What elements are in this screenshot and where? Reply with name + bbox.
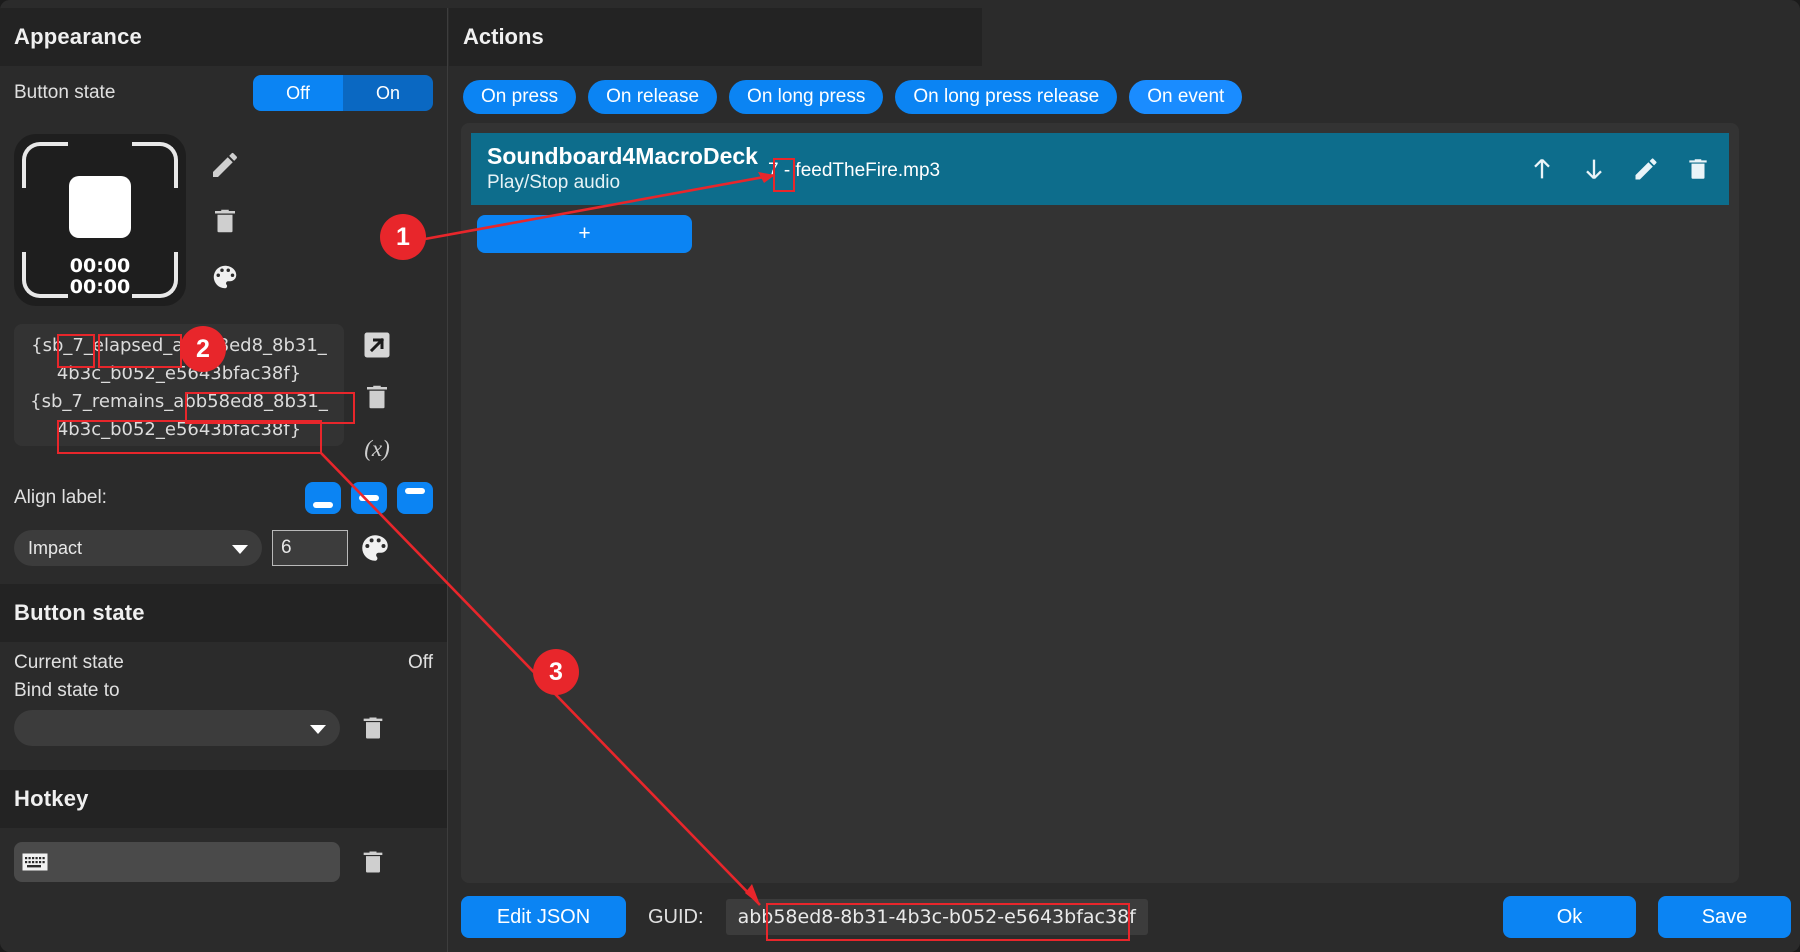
align-middle-button[interactable] <box>351 482 387 514</box>
align-top-button[interactable] <box>397 482 433 514</box>
align-button-group <box>305 482 433 514</box>
appearance-panel: Appearance Button state Off On 00:00 00:… <box>0 8 537 952</box>
tab-on-release[interactable]: On release <box>588 80 718 114</box>
font-size-stepper[interactable] <box>272 530 537 566</box>
font-family-value: Impact <box>28 537 83 558</box>
bind-state-label: Bind state to <box>14 680 120 701</box>
action-item-icons <box>1527 154 1713 184</box>
label-text-line1: {sb_7_elapsed_abb58ed8_8b31_ <box>31 335 327 356</box>
current-state-value: Off <box>408 652 433 673</box>
label-text-input[interactable]: {sb_7_elapsed_abb58ed8_8b31_ 4b3c_b052_e… <box>14 324 344 446</box>
hotkey-header: Hotkey <box>0 770 447 828</box>
button-state-toggle-row: Button state Off On <box>0 66 447 120</box>
tab-on-long-press-release[interactable]: On long press release <box>895 80 1118 114</box>
current-state-row: Current state Off <box>0 642 447 674</box>
action-item-parameter: 7 - feedTheFire.mp3 <box>768 156 940 182</box>
save-button[interactable]: Save <box>1658 896 1791 938</box>
button-preview-row: 00:00 00:00 <box>0 120 447 306</box>
actions-list-container: Soundboard4MacroDeck Play/Stop audio 7 -… <box>461 123 1739 883</box>
current-state-label: Current state <box>14 652 124 673</box>
action-item-title: Soundboard4MacroDeck <box>487 143 758 169</box>
button-state-title: Button state <box>14 600 145 625</box>
actions-tab-bar: On press On release On long press On lon… <box>449 66 1800 114</box>
label-text-line2: 4b3c_b052_e5643bfac38f} <box>56 363 302 384</box>
keyboard-icon <box>22 853 48 871</box>
move-down-icon[interactable] <box>1579 154 1609 184</box>
button-state-label: Button state <box>14 82 116 103</box>
tab-on-long-press[interactable]: On long press <box>729 80 884 114</box>
appearance-title: Appearance <box>14 24 142 49</box>
external-link-icon[interactable] <box>360 328 394 362</box>
font-family-select[interactable]: Impact <box>14 530 262 566</box>
preview-corner-tr <box>132 142 178 188</box>
action-item-parameter-file: - feedTheFire.mp3 <box>783 160 941 181</box>
preview-icon <box>69 176 131 238</box>
tab-on-event[interactable]: On event <box>1129 80 1243 114</box>
add-action-button[interactable]: + <box>477 215 692 253</box>
action-list-item[interactable]: Soundboard4MacroDeck Play/Stop audio 7 -… <box>471 133 1729 205</box>
action-item-parameter-index: 7 <box>767 160 779 181</box>
chevron-down-icon <box>232 545 248 554</box>
trash-icon[interactable] <box>1683 154 1713 184</box>
window-titlebar <box>0 0 1800 8</box>
actions-panel: Actions On press On release On long pres… <box>449 8 1800 952</box>
label-tools: (x) <box>360 324 394 466</box>
label-text-line3: {sb_7_remains_abb58ed8_8b31_ <box>30 391 328 412</box>
ok-button[interactable]: Ok <box>1503 896 1636 938</box>
preview-label-line1: 00:00 <box>69 255 131 277</box>
trash-icon[interactable] <box>356 711 390 745</box>
hotkey-input[interactable] <box>14 842 340 882</box>
action-item-texts: Soundboard4MacroDeck Play/Stop audio <box>487 142 758 196</box>
chevron-down-icon <box>310 725 326 734</box>
toggle-off-button[interactable]: Off <box>253 75 343 111</box>
move-up-icon[interactable] <box>1527 154 1557 184</box>
appearance-header: Appearance <box>0 8 447 66</box>
label-editor-row: {sb_7_elapsed_abb58ed8_8b31_ 4b3c_b052_e… <box>0 306 447 466</box>
palette-icon[interactable] <box>358 531 392 565</box>
tab-on-press[interactable]: On press <box>463 80 577 114</box>
action-item-subtitle: Play/Stop audio <box>487 172 621 193</box>
bind-state-row <box>0 702 447 746</box>
toggle-on-button[interactable]: On <box>343 75 433 111</box>
align-bottom-button[interactable] <box>305 482 341 514</box>
variable-icon[interactable]: (x) <box>360 432 394 466</box>
hotkey-row <box>0 828 447 882</box>
footer-bar: Edit JSON GUID: abb58ed8-8b31-4b3c-b052-… <box>461 896 1791 938</box>
palette-icon[interactable] <box>208 260 242 294</box>
actions-title: Actions <box>463 24 544 49</box>
pencil-icon[interactable] <box>1631 154 1661 184</box>
align-label-row: Align label: <box>0 466 447 514</box>
trash-icon[interactable] <box>356 845 390 879</box>
guid-value: abb58ed8-8b31-4b3c-b052-e5643bfac38f <box>725 899 1148 935</box>
edit-json-button[interactable]: Edit JSON <box>461 896 626 938</box>
preview-label: 00:00 00:00 <box>14 256 186 298</box>
preview-corner-tl <box>22 142 68 188</box>
label-text-line4: 4b3c_b052_e5643bfac38f} <box>56 419 302 440</box>
button-preview[interactable]: 00:00 00:00 <box>14 134 186 306</box>
guid-label: GUID: <box>648 905 704 928</box>
button-state-toggle-group: Off On <box>253 75 433 111</box>
preview-tools <box>208 134 242 294</box>
actions-header: Actions <box>449 8 982 66</box>
button-state-header: Button state <box>0 584 447 642</box>
preview-label-line2: 00:00 <box>69 276 131 298</box>
hotkey-title: Hotkey <box>14 786 89 811</box>
trash-icon[interactable] <box>208 204 242 238</box>
pencil-icon[interactable] <box>208 148 242 182</box>
align-label-text: Align label: <box>14 487 107 508</box>
bind-state-select[interactable] <box>14 710 340 746</box>
macro-deck-button-editor-window: ✕ Appearance Button state Off On 00:00 0… <box>0 0 1800 952</box>
font-row: Impact <box>0 514 537 566</box>
trash-icon[interactable] <box>360 380 394 414</box>
